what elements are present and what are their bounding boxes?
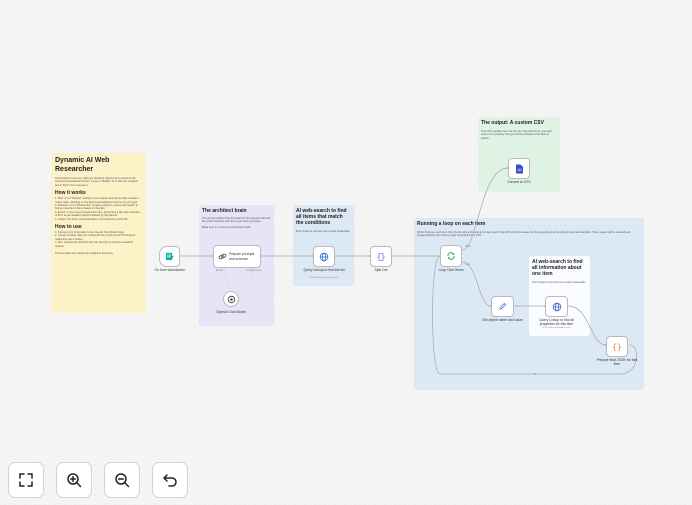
openai-icon [227,295,235,303]
loop-over-items-node[interactable] [440,245,462,267]
zoom-out-button[interactable] [104,462,140,498]
node-label: Prepare prompts and schema [229,252,255,261]
node-label: Query Linkup to find all properties for … [539,318,574,327]
fit-view-icon [19,473,33,487]
connections [180,167,637,375]
zoom-in-button[interactable] [56,462,92,498]
connection [432,255,637,375]
port-label-output-parser: Output Parser [245,269,263,272]
prepare-json-node[interactable]: {} [606,336,628,357]
globe-icon [552,302,561,311]
query-linkup-item-node[interactable] [545,296,568,317]
svg-text:{}: {} [612,342,622,351]
set-object-node[interactable] [491,296,514,317]
prepare-prompts-node[interactable]: Prepare prompts and schema [213,245,261,268]
fit-view-button[interactable] [8,462,44,498]
loop-icon [447,252,455,260]
zoom-out-icon [115,473,130,488]
pencil-icon [499,302,507,310]
file-icon [515,164,523,173]
node-subtitle: POST: https://api.linkup.so/v1 [542,327,571,329]
openai-model-node[interactable] [223,291,239,307]
link-icon [218,253,227,260]
code-braces-icon: {} [612,342,622,351]
split-icon [377,252,385,261]
node-label: Convert to CSV [507,180,531,184]
globe-icon [319,252,329,261]
node-subtitle: POST: https://api.linkup.so/v1 [309,277,339,279]
port-label-done: done [465,245,471,248]
query-linkup-list-node[interactable] [313,246,335,267]
split-out-node[interactable] [370,246,392,267]
form-icon [165,252,174,261]
node-label: Loop Over Items [438,268,464,272]
convert-to-csv-node[interactable] [508,158,530,179]
port-label-loop: loop [465,263,470,266]
node-label: Set object name and value [482,318,523,322]
node-label: Prepare final JSON for that item [596,358,638,367]
node-label: Query Linkup to find the list [303,268,345,272]
connection [223,267,232,292]
undo-button[interactable] [152,462,188,498]
port-label-model: Model [216,269,224,272]
form-trigger-node[interactable] [159,246,180,267]
undo-icon [163,474,177,487]
zoom-in-icon [67,473,82,488]
node-label: Split Out [374,268,388,272]
node-label: On form submission [154,268,185,272]
node-label: OpenAI Chat Model [216,310,246,314]
